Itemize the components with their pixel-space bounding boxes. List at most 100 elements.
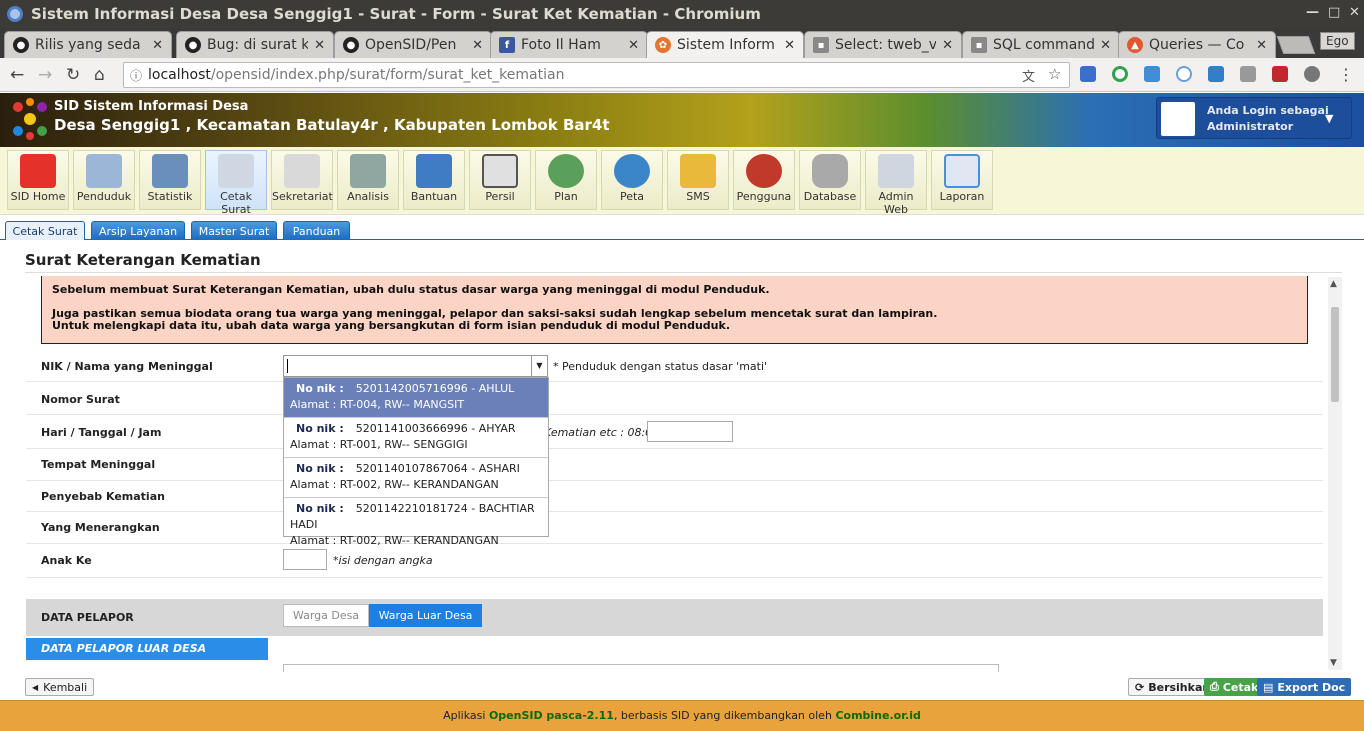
new-tab-button[interactable]	[1276, 36, 1316, 54]
extension-icon[interactable]	[1208, 66, 1224, 82]
extension-icon[interactable]	[1080, 66, 1096, 82]
scrollbar[interactable]: ▲ ▼	[1328, 277, 1342, 670]
profile-button[interactable]: Ego	[1320, 32, 1355, 50]
menu-item-laporan[interactable]: Laporan	[931, 150, 993, 210]
tab-close-icon[interactable]: ✕	[784, 38, 795, 53]
url-host: localhost	[148, 67, 211, 83]
menu-item-peta[interactable]: Peta	[601, 150, 663, 210]
home-icon[interactable]: ⌂	[94, 65, 105, 85]
scroll-up-icon[interactable]: ▲	[1330, 279, 1337, 289]
data-pelapor-section: DATA PELAPOR Warga Desa Warga Luar Desa	[26, 599, 1323, 636]
menu-item-plan[interactable]: Plan	[535, 150, 597, 210]
footer-app-link[interactable]: OpenSID pasca-2.11	[489, 709, 614, 722]
scroll-down-icon[interactable]: ▼	[1330, 658, 1337, 668]
chevron-down-icon[interactable]: ▼	[531, 356, 547, 376]
tab-panduan[interactable]: Panduan	[283, 221, 350, 240]
dropdown-option[interactable]: No nik : 5201142005716996 - AHLUL Alamat …	[284, 378, 548, 418]
menu-label: Plan	[554, 190, 578, 203]
jam-input[interactable]	[647, 421, 733, 442]
file-icon: ▤	[1263, 680, 1274, 694]
minimize-icon[interactable]: —	[1306, 5, 1319, 20]
menu-item-statistik[interactable]: Statistik	[139, 150, 201, 210]
translate-icon[interactable]: 文	[1022, 66, 1035, 85]
extension-icon[interactable]	[1112, 66, 1128, 82]
reload-icon[interactable]: ↻	[66, 65, 80, 85]
extension-icon[interactable]	[1240, 66, 1256, 82]
menu-item-persil[interactable]: Persil	[469, 150, 531, 210]
warning-text: Sebelum membuat Surat Keterangan Kematia…	[52, 283, 770, 296]
extension-icon[interactable]	[1272, 66, 1288, 82]
tab-close-icon[interactable]: ✕	[314, 38, 325, 53]
user-menu[interactable]: Anda Login sebagai Administrator ▼	[1156, 97, 1352, 139]
browser-tab[interactable]: ● OpenSID/Pen ✕	[334, 31, 492, 58]
footer-combine-link[interactable]: Combine.or.id	[835, 709, 920, 722]
browser-tab[interactable]: ▲ Queries — Co ✕	[1118, 31, 1276, 58]
menu-dots-icon[interactable]: ⋮	[1338, 65, 1354, 84]
menu-item-sid-home[interactable]: SID Home	[7, 150, 69, 210]
browser-tab[interactable]: ● Bug: di surat k ✕	[176, 31, 334, 58]
warning-text: Untuk melengkapi data itu, ubah data war…	[52, 319, 731, 332]
warga-luar-desa-toggle[interactable]: Warga Luar Desa	[369, 604, 482, 627]
menu-item-penduduk[interactable]: Penduduk	[73, 150, 135, 210]
extension-icon[interactable]	[1144, 66, 1160, 82]
anak-ke-input[interactable]	[283, 549, 327, 570]
url-path: /opensid/index.php/surat/form/surat_ket_…	[210, 67, 565, 83]
hari-label: Hari / Tanggal / Jam	[41, 426, 162, 439]
dropdown-option[interactable]: No nik : 5201140107867064 - ASHARI Alamat…	[284, 458, 548, 498]
cetak-button[interactable]: ⎙ Cetak	[1204, 678, 1265, 696]
forward-icon[interactable]: →	[38, 65, 52, 85]
cloud-icon[interactable]	[1176, 66, 1192, 82]
back-icon[interactable]: ←	[10, 65, 24, 85]
tab-master-surat[interactable]: Master Surat	[191, 221, 277, 240]
web-admin-icon	[878, 154, 914, 188]
penyebab-label: Penyebab Kematian	[41, 490, 165, 503]
browser-tab[interactable]: ● Rilis yang seda ✕	[4, 31, 172, 58]
papers-icon	[284, 154, 320, 188]
tab-close-icon[interactable]: ✕	[1256, 38, 1267, 53]
pelapor-luar-header: DATA PELAPOR LUAR DESA	[26, 638, 268, 660]
document-icon	[218, 154, 254, 188]
menu-item-pengguna[interactable]: Pengguna	[733, 150, 795, 210]
chromium-icon	[7, 6, 23, 22]
menu-item-database[interactable]: Database	[799, 150, 861, 210]
dropdown-option[interactable]: No nik :5201142210181724 - BACHTIAR HADI…	[284, 498, 548, 547]
address-bar[interactable]: ⓘ localhost/opensid/index.php/surat/form…	[123, 62, 1070, 88]
tab-close-icon[interactable]: ✕	[472, 38, 483, 53]
tab-close-icon[interactable]: ✕	[1100, 38, 1111, 53]
info-icon[interactable]: ⓘ	[130, 67, 142, 84]
option-alamat: Alamat : RT-001, RW-- SENGGIGI	[290, 438, 468, 451]
browser-tab[interactable]: ▪ Select: tweb_v ✕	[804, 31, 962, 58]
menu-item-sekretariat[interactable]: Sekretariat	[271, 150, 333, 210]
tab-close-icon[interactable]: ✕	[628, 38, 639, 53]
tab-arsip-layanan[interactable]: Arsip Layanan	[91, 221, 185, 240]
menu-item-sms[interactable]: SMS	[667, 150, 729, 210]
browser-tab[interactable]: ▪ SQL command ✕	[962, 31, 1120, 58]
browser-tab[interactable]: f Foto Il Ham ✕	[490, 31, 648, 58]
menu-item-analisis[interactable]: Analisis	[337, 150, 399, 210]
menu-label: SMS	[686, 190, 710, 203]
dropdown-option[interactable]: No nik : 5201141003666996 - AHYAR Alamat …	[284, 418, 548, 458]
nik-combobox[interactable]: ▼	[283, 355, 548, 377]
menu-label: Analisis	[347, 190, 389, 203]
inbox-icon	[680, 154, 716, 188]
tab-cetak-surat[interactable]: Cetak Surat	[5, 221, 85, 240]
menu-item-admin-web[interactable]: Admin Web	[865, 150, 927, 216]
tab-close-icon[interactable]: ✕	[152, 38, 163, 53]
bookmark-star-icon[interactable]: ☆	[1048, 65, 1061, 83]
export-doc-button[interactable]: ▤ Export Doc	[1257, 678, 1352, 696]
close-window-icon[interactable]: ✕	[1349, 5, 1360, 20]
menu-item-cetak-surat[interactable]: Cetak Surat	[205, 150, 267, 216]
menu-item-bantuan[interactable]: Bantuan	[403, 150, 465, 210]
browser-toolbar: ← → ↻ ⌂ ⓘ localhost/opensid/index.php/su…	[0, 58, 1364, 92]
warga-desa-toggle[interactable]: Warga Desa	[283, 604, 369, 627]
menu-label: Database	[803, 190, 857, 203]
chevron-down-icon[interactable]: ▼	[1325, 112, 1333, 125]
pelapor-luar-input[interactable]	[283, 664, 999, 672]
maximize-icon[interactable]: □	[1328, 5, 1340, 20]
db-icon: ▪	[813, 37, 829, 53]
kembali-button[interactable]: ◀ Kembali	[25, 678, 95, 696]
browser-tab-active[interactable]: ✿ Sistem Inform ✕	[646, 31, 804, 58]
tab-close-icon[interactable]: ✕	[942, 38, 953, 53]
scrollbar-thumb[interactable]	[1331, 307, 1339, 402]
extension-icon[interactable]	[1304, 66, 1320, 82]
